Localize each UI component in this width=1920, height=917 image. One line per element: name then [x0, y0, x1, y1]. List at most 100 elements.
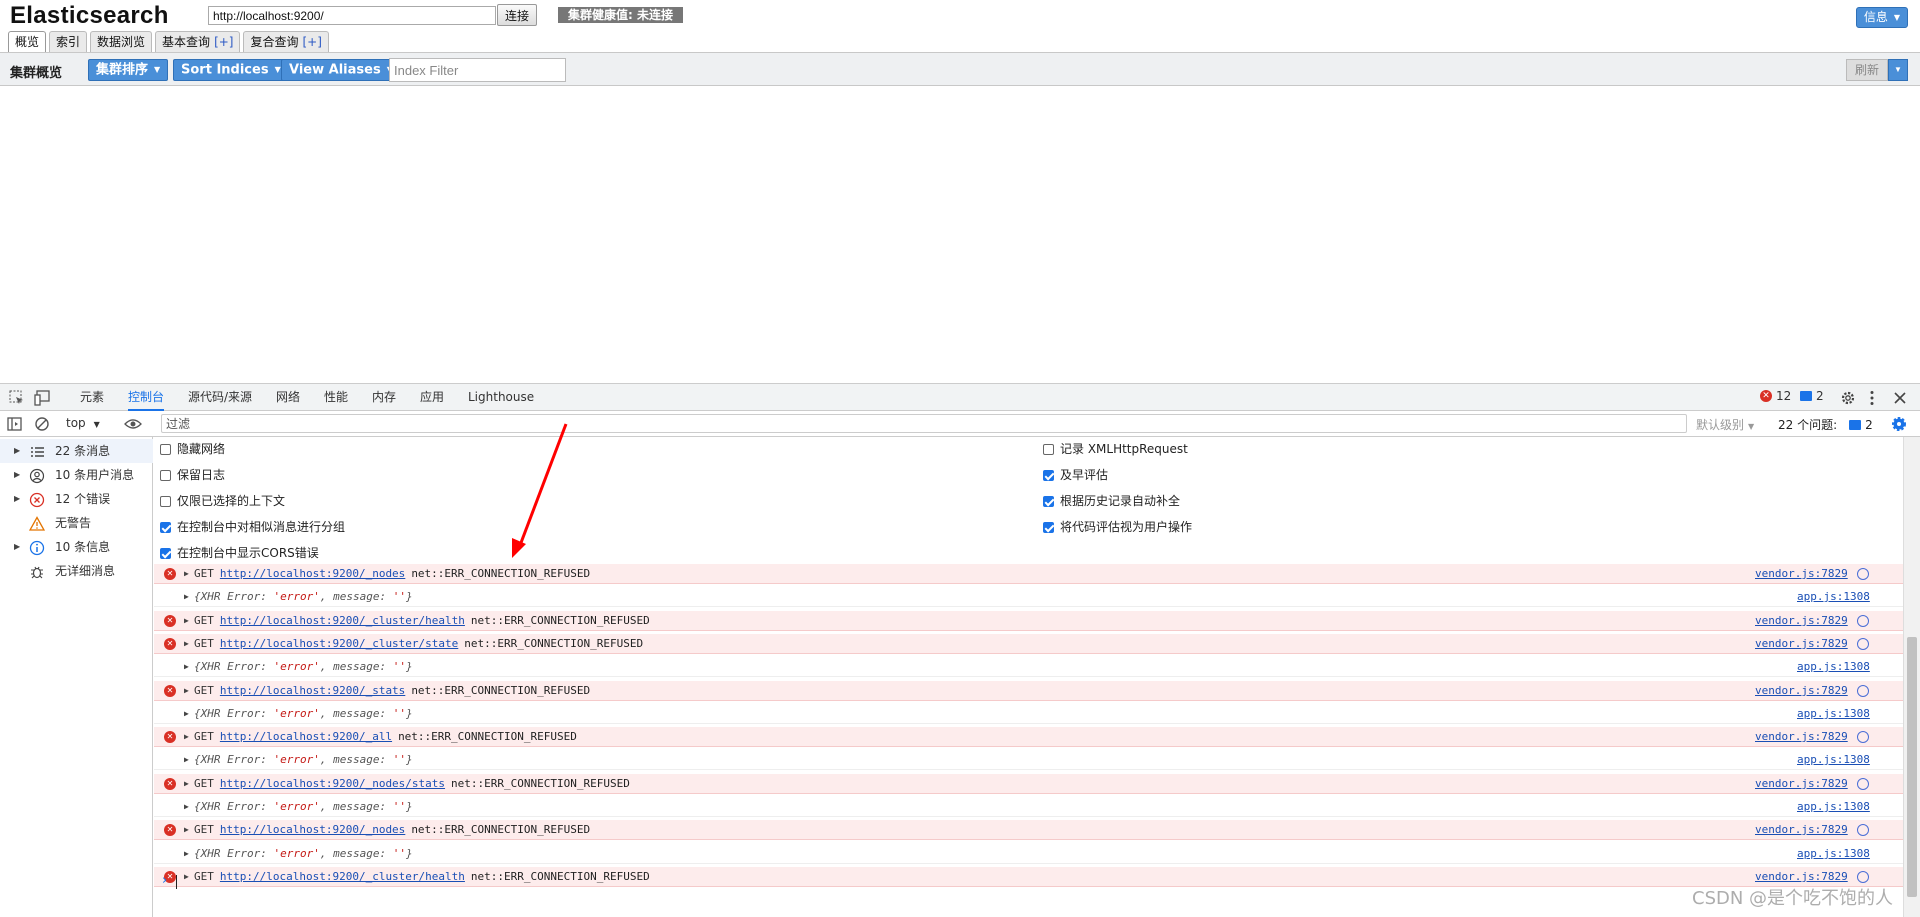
- console-error-row[interactable]: ✕ ▶ GET http://localhost:9200/_cluster/heal…: [154, 867, 1903, 887]
- setting-log-xhr[interactable]: 记录 XMLHttpRequest: [1043, 439, 1188, 459]
- source-link[interactable]: vendor.js:7829: [1755, 611, 1848, 631]
- devtools-tab-lighthouse[interactable]: Lighthouse: [468, 384, 534, 411]
- expand-arrow-icon[interactable]: ▶: [184, 704, 189, 724]
- console-error-row[interactable]: ✕ ▶ GET http://localhost:9200/_all net::ERR_…: [154, 727, 1903, 747]
- console-object-row[interactable]: ▶ {XHR Error: 'error', message: ''} app.js…: [154, 704, 1903, 724]
- checkbox[interactable]: [160, 469, 171, 481]
- url-input[interactable]: [208, 6, 496, 25]
- close-icon[interactable]: [1891, 389, 1909, 407]
- devtools-tab-application[interactable]: 应用: [420, 384, 444, 411]
- tab-data-browse[interactable]: 数据浏览: [90, 31, 153, 52]
- request-url-link[interactable]: http://localhost:9200/_nodes/stats: [220, 777, 445, 790]
- sidebar-item-all-messages[interactable]: ▶ 22 条消息: [0, 439, 153, 463]
- checkbox[interactable]: [1043, 443, 1054, 455]
- sidebar-item-verbose[interactable]: 无详细消息: [0, 559, 153, 583]
- console-object-row[interactable]: ▶ {XHR Error: 'error', message: ''} app.js…: [154, 657, 1903, 677]
- network-request-icon[interactable]: [1857, 685, 1869, 697]
- log-level-selector[interactable]: 默认级别 ▼: [1696, 416, 1754, 433]
- scrollbar-thumb[interactable]: [1907, 637, 1917, 897]
- clear-console-icon[interactable]: [33, 415, 51, 433]
- source-link[interactable]: app.js:1308: [1797, 587, 1870, 607]
- console-scrollbar[interactable]: [1903, 437, 1920, 917]
- add-tab-link[interactable]: [+]: [214, 35, 233, 49]
- expand-arrow-icon[interactable]: ▶: [184, 564, 189, 584]
- error-counter[interactable]: ✕ 12: [1760, 389, 1791, 403]
- setting-group-similar[interactable]: 在控制台中对相似消息进行分组: [160, 517, 345, 537]
- sidebar-item-warnings[interactable]: 无警告: [0, 511, 153, 535]
- setting-treat-eval-as-user-action[interactable]: 将代码评估视为用户操作: [1043, 517, 1192, 537]
- expand-arrow-icon[interactable]: ▶: [184, 611, 189, 631]
- view-aliases-button[interactable]: View Aliases▼: [281, 59, 401, 81]
- source-link[interactable]: vendor.js:7829: [1755, 634, 1848, 654]
- request-url-link[interactable]: http://localhost:9200/_cluster/health: [220, 614, 465, 627]
- network-request-icon[interactable]: [1857, 731, 1869, 743]
- add-tab-link[interactable]: [+]: [303, 35, 322, 49]
- network-request-icon[interactable]: [1857, 568, 1869, 580]
- refresh-options-button[interactable]: ▼: [1888, 59, 1908, 81]
- checkbox[interactable]: [160, 443, 171, 455]
- network-request-icon[interactable]: [1857, 638, 1869, 650]
- expand-arrow-icon[interactable]: ▶: [184, 844, 189, 864]
- console-object-row[interactable]: ▶ {XHR Error: 'error', message: ''} app.js…: [154, 797, 1903, 817]
- devtools-tab-console[interactable]: 控制台: [128, 384, 165, 411]
- refresh-button[interactable]: 刷新: [1846, 59, 1888, 81]
- info-dropdown-button[interactable]: 信息 ▼: [1855, 7, 1908, 28]
- console-error-row[interactable]: ✕ ▶ GET http://localhost:9200/_cluster/stat…: [154, 634, 1903, 654]
- expand-arrow-icon[interactable]: ▶: [184, 867, 189, 887]
- source-link[interactable]: app.js:1308: [1797, 797, 1870, 817]
- index-filter-input[interactable]: [389, 58, 566, 82]
- console-settings-gear-icon[interactable]: [1890, 415, 1908, 433]
- tab-compound-query[interactable]: 复合查询 [+]: [243, 31, 329, 52]
- request-url-link[interactable]: http://localhost:9200/_nodes: [220, 823, 405, 836]
- checkbox[interactable]: [160, 495, 171, 507]
- setting-show-cors-errors[interactable]: 在控制台中显示CORS错误: [160, 543, 319, 563]
- network-request-icon[interactable]: [1857, 871, 1869, 883]
- checkbox[interactable]: [1043, 469, 1054, 481]
- expand-arrow-icon[interactable]: ▶: [184, 750, 189, 770]
- devtools-tab-performance[interactable]: 性能: [324, 384, 348, 411]
- request-url-link[interactable]: http://localhost:9200/_cluster/state: [220, 637, 458, 650]
- context-selector[interactable]: top ▼: [66, 416, 100, 430]
- expand-arrow-icon[interactable]: ▶: [184, 634, 189, 654]
- request-url-link[interactable]: http://localhost:9200/_stats: [220, 684, 405, 697]
- device-toolbar-icon[interactable]: [34, 389, 52, 407]
- devtools-tab-network[interactable]: 网络: [276, 384, 300, 411]
- console-input-caret[interactable]: [176, 875, 177, 889]
- source-link[interactable]: app.js:1308: [1797, 750, 1870, 770]
- sort-indices-button[interactable]: Sort Indices ▼: [173, 59, 289, 81]
- expand-arrow-icon[interactable]: ▶: [184, 681, 189, 701]
- source-link[interactable]: vendor.js:7829: [1755, 681, 1848, 701]
- issues-counter[interactable]: 22 个问题: 2: [1778, 416, 1873, 433]
- sidebar-item-info[interactable]: ▶ 10 条信息: [0, 535, 153, 559]
- setting-eager-evaluation[interactable]: 及早评估: [1043, 465, 1108, 485]
- console-error-row[interactable]: ✕ ▶ GET http://localhost:9200/_nodes net::ER…: [154, 564, 1903, 584]
- expand-arrow-icon[interactable]: ▶: [184, 774, 189, 794]
- more-options-icon[interactable]: [1863, 389, 1881, 407]
- tab-overview[interactable]: 概览: [8, 31, 47, 52]
- inspect-element-icon[interactable]: [8, 389, 26, 407]
- source-link[interactable]: vendor.js:7829: [1755, 774, 1848, 794]
- console-object-row[interactable]: ▶ {XHR Error: 'error', message: ''} app.js…: [154, 750, 1903, 770]
- tab-indices[interactable]: 索引: [49, 31, 88, 52]
- request-url-link[interactable]: http://localhost:9200/_nodes: [220, 567, 405, 580]
- source-link[interactable]: vendor.js:7829: [1755, 820, 1848, 840]
- checkbox[interactable]: [1043, 495, 1054, 507]
- devtools-tab-sources[interactable]: 源代码/来源: [188, 384, 252, 411]
- request-url-link[interactable]: http://localhost:9200/_all: [220, 730, 392, 743]
- tab-basic-query[interactable]: 基本查询 [+]: [155, 31, 241, 52]
- source-link[interactable]: app.js:1308: [1797, 844, 1870, 864]
- source-link[interactable]: app.js:1308: [1797, 704, 1870, 724]
- network-request-icon[interactable]: [1857, 615, 1869, 627]
- console-error-row[interactable]: ✕ ▶ GET http://localhost:9200/_nodes net::ER…: [154, 820, 1903, 840]
- expand-arrow-icon[interactable]: ▶: [184, 820, 189, 840]
- console-object-row[interactable]: ▶ {XHR Error: 'error', message: ''} app.js…: [154, 844, 1903, 864]
- checkbox[interactable]: [1043, 521, 1054, 533]
- sidebar-item-errors[interactable]: ▶ 12 个错误: [0, 487, 153, 511]
- sidebar-toggle-icon[interactable]: [6, 415, 24, 433]
- network-request-icon[interactable]: [1857, 824, 1869, 836]
- setting-selected-context-only[interactable]: 仅限已选择的上下文: [160, 491, 285, 511]
- message-counter[interactable]: 2: [1800, 389, 1824, 403]
- checkbox[interactable]: [160, 547, 171, 559]
- setting-hide-network[interactable]: 隐藏网络: [160, 439, 225, 459]
- gear-icon[interactable]: [1839, 389, 1857, 407]
